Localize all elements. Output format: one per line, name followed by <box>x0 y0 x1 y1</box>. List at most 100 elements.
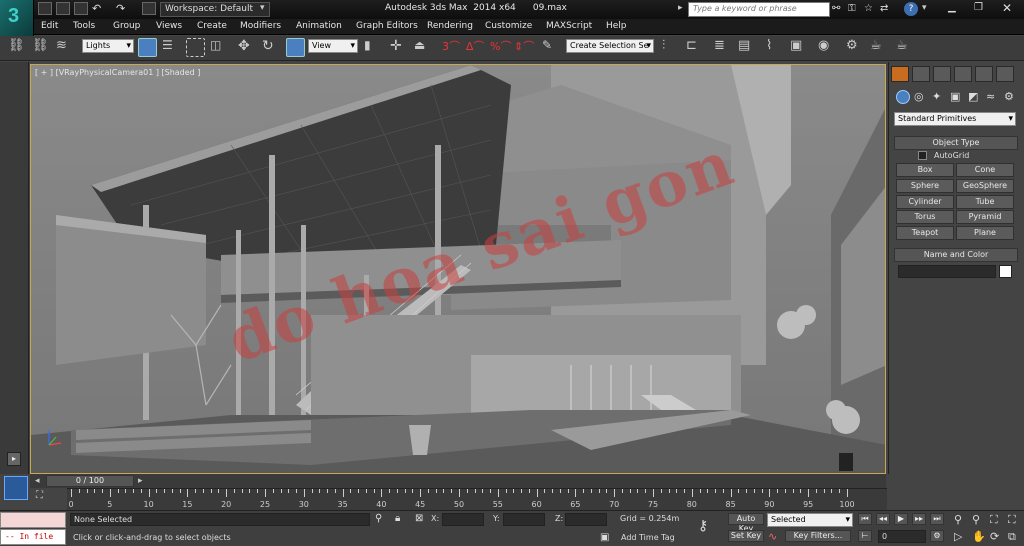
utilities-tab-icon[interactable] <box>996 66 1014 82</box>
select-move-icon[interactable]: ✥ <box>238 38 257 57</box>
cone-button[interactable]: Cone <box>956 163 1014 177</box>
menu-tools[interactable]: Tools <box>73 21 95 31</box>
motion-tab-icon[interactable] <box>954 66 972 82</box>
bind-space-warp-icon[interactable]: ≋ <box>56 38 75 57</box>
mirror-icon[interactable]: ⫶ <box>662 38 681 57</box>
rendered-frame-window-icon[interactable]: ☕ <box>870 38 889 57</box>
next-frame-icon[interactable]: ▸▸ <box>912 513 926 525</box>
menu-animation[interactable]: Animation <box>296 21 342 31</box>
add-time-tag[interactable]: Add Time Tag <box>621 533 675 542</box>
schematic-view-icon[interactable]: ▣ <box>790 38 809 57</box>
star-icon[interactable]: ☆ <box>864 3 873 14</box>
exchange-icon[interactable]: ⇄ <box>880 3 888 14</box>
app-logo-button[interactable]: 3 <box>0 0 34 36</box>
zoom-all-icon[interactable]: ⚲ <box>972 513 980 526</box>
modify-tab-icon[interactable] <box>912 66 930 82</box>
binoculars-icon[interactable]: ⚯ <box>832 3 840 14</box>
shapes-icon[interactable]: ◎ <box>914 90 924 103</box>
project-folder-icon[interactable] <box>142 2 156 15</box>
maxscript-output[interactable]: -- In file <box>0 529 66 545</box>
time-slider-prev-icon[interactable]: ◂ <box>35 476 40 486</box>
key-curve-icon[interactable]: ∿ <box>768 530 777 543</box>
workspace-chevron-down-icon[interactable]: ▾ <box>260 3 265 13</box>
keyboard-shortcut-override-icon[interactable]: ⏏ <box>414 38 433 57</box>
object-type-rollout[interactable]: Object Type <box>894 136 1018 150</box>
named-selection-dropdown[interactable]: Create Selection Se <box>566 39 654 53</box>
menu-modifiers[interactable]: Modifiers <box>240 21 281 31</box>
material-editor-icon[interactable]: ◉ <box>818 38 837 57</box>
hierarchy-tab-icon[interactable] <box>933 66 951 82</box>
auto-key-button[interactable]: Auto Key <box>728 513 764 533</box>
close-icon[interactable]: ✕ <box>1002 1 1012 15</box>
window-crossing-icon[interactable]: ◫ <box>210 38 229 57</box>
select-by-name-icon[interactable]: ☰ <box>162 38 181 57</box>
key-filters-button[interactable]: Key Filters... <box>785 530 851 542</box>
rectangular-selection-icon[interactable] <box>186 38 205 57</box>
go-to-end-icon[interactable]: ⏭ <box>930 513 944 525</box>
helpers-icon[interactable]: ◩ <box>968 90 978 103</box>
selection-filter-dropdown[interactable]: Lights <box>82 39 134 53</box>
select-rotate-icon[interactable]: ↻ <box>262 38 281 57</box>
pivot-center-icon[interactable]: ▮ <box>364 38 383 57</box>
cylinder-button[interactable]: Cylinder <box>896 195 954 209</box>
box-button[interactable]: Box <box>896 163 954 177</box>
minimize-icon[interactable]: ▁ <box>948 2 956 13</box>
zoom-extents-icon[interactable]: ⛶ <box>990 513 998 527</box>
menu-help[interactable]: Help <box>606 21 627 31</box>
menu-edit[interactable]: Edit <box>41 21 58 31</box>
menu-maxscript[interactable]: MAXScript <box>546 21 592 31</box>
plane-button[interactable]: Plane <box>956 226 1014 240</box>
mini-curve-editor-icon[interactable] <box>4 476 28 500</box>
viewport-layout-tab-icon[interactable]: ▸ <box>7 452 21 466</box>
sphere-button[interactable]: Sphere <box>896 179 954 193</box>
object-color-swatch[interactable] <box>999 265 1012 278</box>
layer-manager-icon[interactable]: ≣ <box>714 38 733 57</box>
menu-rendering[interactable]: Rendering <box>427 21 473 31</box>
maxscript-listener-input[interactable] <box>0 512 66 528</box>
time-slider-next-icon[interactable]: ▸ <box>138 476 143 486</box>
pyramid-button[interactable]: Pyramid <box>956 210 1014 224</box>
maximize-viewport-icon[interactable]: ⧉ <box>1008 530 1016 544</box>
previous-frame-icon[interactable]: ◂◂ <box>876 513 890 525</box>
save-file-icon[interactable] <box>74 2 88 15</box>
z-coordinate-field[interactable] <box>565 513 607 526</box>
time-tag-icon[interactable]: ▣ <box>600 532 609 543</box>
reference-coord-dropdown[interactable]: View <box>308 39 358 53</box>
geosphere-button[interactable]: GeoSphere <box>956 179 1014 193</box>
align-icon[interactable]: ⊏ <box>686 38 705 57</box>
current-frame-field[interactable]: 0 <box>878 530 926 543</box>
absolute-mode-icon[interactable]: ⊠ <box>415 513 423 524</box>
tube-button[interactable]: Tube <box>956 195 1014 209</box>
autogrid-checkbox[interactable] <box>918 151 927 160</box>
snaps-toggle-icon[interactable]: 3⌒ <box>442 38 461 57</box>
pan-icon[interactable]: ✋ <box>972 530 986 543</box>
viewport-label[interactable]: [ + ] [VRayPhysicalCamera01 ] [Shaded ] <box>35 68 200 77</box>
y-coordinate-field[interactable] <box>503 513 545 526</box>
menu-graph-editors[interactable]: Graph Editors <box>356 21 418 31</box>
zoom-extents-all-icon[interactable]: ⛶ <box>1008 513 1016 527</box>
menu-customize[interactable]: Customize <box>485 21 532 31</box>
edit-named-selection-icon[interactable]: ✎ <box>542 38 561 57</box>
menu-create[interactable]: Create <box>197 21 227 31</box>
teapot-button[interactable]: Teapot <box>896 226 954 240</box>
space-warps-icon[interactable]: ≈ <box>986 90 995 103</box>
zoom-icon[interactable]: ⚲ <box>954 513 962 526</box>
percent-snap-icon[interactable]: %⌒ <box>490 38 511 57</box>
key-icon[interactable]: ⚿ <box>848 3 856 14</box>
angle-snap-icon[interactable]: ∆⌒ <box>466 38 485 57</box>
orbit-icon[interactable]: ⟳ <box>990 530 999 543</box>
selection-lock-icon[interactable]: 🔒︎ <box>395 513 400 524</box>
key-mode-dropdown[interactable]: Selected <box>767 513 853 527</box>
display-tab-icon[interactable] <box>975 66 993 82</box>
render-production-icon[interactable]: ☕ <box>896 38 915 57</box>
workspace-dropdown[interactable]: Workspace: Default <box>160 2 270 17</box>
open-file-icon[interactable] <box>56 2 70 15</box>
search-input[interactable]: Type a keyword or phrase <box>688 2 830 17</box>
set-key-button[interactable]: Set Key <box>728 530 764 542</box>
search-expand-icon[interactable]: ▸ <box>678 3 683 13</box>
cameras-icon[interactable]: ▣ <box>950 90 960 103</box>
menu-views[interactable]: Views <box>156 21 182 31</box>
select-object-icon[interactable] <box>138 38 157 57</box>
trackbar-toggle-icon[interactable]: ⛶ <box>36 490 43 501</box>
torus-button[interactable]: Torus <box>896 210 954 224</box>
